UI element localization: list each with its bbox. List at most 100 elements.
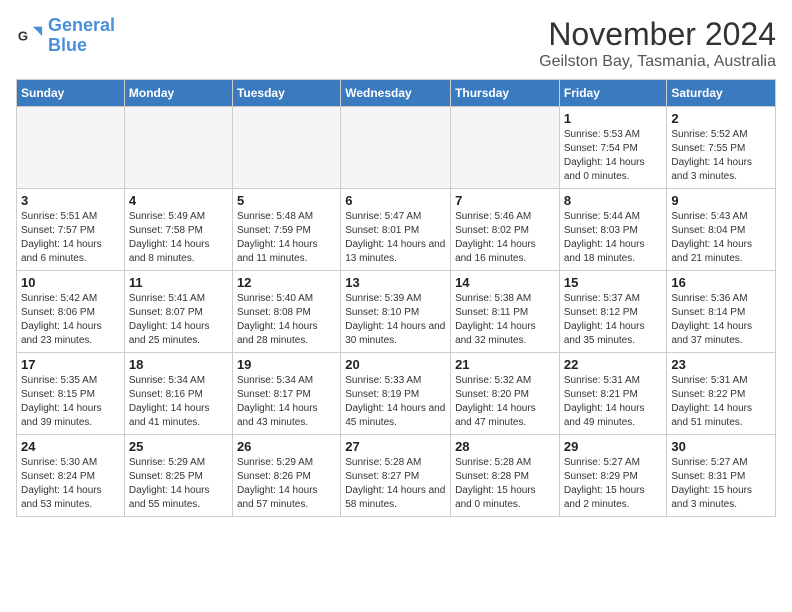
cell-text: Sunrise: 5:51 AM Sunset: 7:57 PM Dayligh…: [21, 210, 120, 266]
calendar-week-row: 1 Sunrise: 5:53 AM Sunset: 7:54 PM Daylig…: [17, 107, 776, 189]
day-number: 29: [564, 439, 663, 454]
calendar-cell: 28Sunrise: 5:28 AM Sunset: 8:28 PM Dayli…: [451, 435, 560, 517]
calendar-cell: 11 Sunrise: 5:41 AM Sunset: 8:07 PM Dayli…: [124, 271, 232, 353]
day-number: 30: [671, 439, 771, 454]
cell-text: Sunrise: 5:30 AM Sunset: 8:24 PM Dayligh…: [21, 456, 120, 512]
calendar-cell: 6 Sunrise: 5:47 AM Sunset: 8:01 PM Daylig…: [341, 189, 451, 271]
day-number: 5: [237, 193, 336, 208]
cell-text: Sunrise: 5:34 AM Sunset: 8:16 PM Dayligh…: [129, 374, 228, 430]
weekday-header: Saturday: [667, 80, 776, 107]
day-number: 19: [237, 357, 336, 372]
day-number: 1: [564, 111, 663, 126]
day-number: 22: [564, 357, 663, 372]
day-number: 11: [129, 275, 228, 290]
calendar-cell: [451, 107, 560, 189]
day-number: 27: [345, 439, 446, 454]
calendar-cell: 23Sunrise: 5:31 AM Sunset: 8:22 PM Dayli…: [667, 353, 776, 435]
calendar-cell: [232, 107, 340, 189]
cell-text: Sunrise: 5:53 AM Sunset: 7:54 PM Dayligh…: [564, 128, 663, 184]
day-number: 15: [564, 275, 663, 290]
day-number: 18: [129, 357, 228, 372]
day-number: 25: [129, 439, 228, 454]
day-number: 7: [455, 193, 555, 208]
calendar-table: SundayMondayTuesdayWednesdayThursdayFrid…: [16, 79, 776, 517]
day-number: 8: [564, 193, 663, 208]
day-number: 23: [671, 357, 771, 372]
location-title: Geilston Bay, Tasmania, Australia: [539, 53, 776, 71]
cell-text: Sunrise: 5:29 AM Sunset: 8:26 PM Dayligh…: [237, 456, 336, 512]
cell-text: Sunrise: 5:33 AM Sunset: 8:19 PM Dayligh…: [345, 374, 446, 430]
calendar-cell: [124, 107, 232, 189]
calendar-cell: 15 Sunrise: 5:37 AM Sunset: 8:12 PM Dayli…: [559, 271, 667, 353]
calendar-cell: [341, 107, 451, 189]
cell-text: Sunrise: 5:42 AM Sunset: 8:06 PM Dayligh…: [21, 292, 120, 348]
cell-text: Sunrise: 5:39 AM Sunset: 8:10 PM Dayligh…: [345, 292, 446, 348]
day-number: 20: [345, 357, 446, 372]
calendar-cell: 8Sunrise: 5:44 AM Sunset: 8:03 PM Daylig…: [559, 189, 667, 271]
header: G General Blue November 2024 Geilston Ba…: [16, 16, 776, 71]
cell-text: Sunrise: 5:32 AM Sunset: 8:20 PM Dayligh…: [455, 374, 555, 430]
calendar-cell: 25 Sunrise: 5:29 AM Sunset: 8:25 PM Dayli…: [124, 435, 232, 517]
calendar-week-row: 10 Sunrise: 5:42 AM Sunset: 8:06 PM Dayli…: [17, 271, 776, 353]
calendar-cell: 16 Sunrise: 5:36 AM Sunset: 8:14 PM Dayli…: [667, 271, 776, 353]
logo: G General Blue: [16, 16, 115, 56]
calendar-cell: [17, 107, 125, 189]
day-number: 4: [129, 193, 228, 208]
weekday-header: Monday: [124, 80, 232, 107]
calendar-cell: 4 Sunrise: 5:49 AM Sunset: 7:58 PM Daylig…: [124, 189, 232, 271]
calendar-cell: 17 Sunrise: 5:35 AM Sunset: 8:15 PM Dayli…: [17, 353, 125, 435]
cell-text: Sunrise: 5:28 AM Sunset: 8:27 PM Dayligh…: [345, 456, 446, 512]
cell-text: Sunrise: 5:38 AM Sunset: 8:11 PM Dayligh…: [455, 292, 555, 348]
day-number: 9: [671, 193, 771, 208]
day-number: 3: [21, 193, 120, 208]
calendar-cell: 29 Sunrise: 5:27 AM Sunset: 8:29 PM Dayli…: [559, 435, 667, 517]
calendar-cell: 3 Sunrise: 5:51 AM Sunset: 7:57 PM Daylig…: [17, 189, 125, 271]
weekday-header: Wednesday: [341, 80, 451, 107]
calendar-cell: 21 Sunrise: 5:32 AM Sunset: 8:20 PM Dayli…: [451, 353, 560, 435]
calendar-cell: 30 Sunrise: 5:27 AM Sunset: 8:31 PM Dayli…: [667, 435, 776, 517]
cell-text: Sunrise: 5:47 AM Sunset: 8:01 PM Dayligh…: [345, 210, 446, 266]
cell-text: Sunrise: 5:27 AM Sunset: 8:29 PM Dayligh…: [564, 456, 663, 512]
calendar-cell: 24 Sunrise: 5:30 AM Sunset: 8:24 PM Dayli…: [17, 435, 125, 517]
cell-text: Sunrise: 5:41 AM Sunset: 8:07 PM Dayligh…: [129, 292, 228, 348]
calendar-week-row: 3 Sunrise: 5:51 AM Sunset: 7:57 PM Daylig…: [17, 189, 776, 271]
day-number: 26: [237, 439, 336, 454]
day-number: 12: [237, 275, 336, 290]
calendar-cell: 5 Sunrise: 5:48 AM Sunset: 7:59 PM Daylig…: [232, 189, 340, 271]
day-number: 28: [455, 439, 555, 454]
calendar-cell: 9Sunrise: 5:43 AM Sunset: 8:04 PM Daylig…: [667, 189, 776, 271]
day-number: 16: [671, 275, 771, 290]
calendar-cell: 19 Sunrise: 5:34 AM Sunset: 8:17 PM Dayli…: [232, 353, 340, 435]
cell-text: Sunrise: 5:48 AM Sunset: 7:59 PM Dayligh…: [237, 210, 336, 266]
calendar-cell: 26 Sunrise: 5:29 AM Sunset: 8:26 PM Dayli…: [232, 435, 340, 517]
weekday-header: Sunday: [17, 80, 125, 107]
cell-text: Sunrise: 5:34 AM Sunset: 8:17 PM Dayligh…: [237, 374, 336, 430]
cell-text: Sunrise: 5:27 AM Sunset: 8:31 PM Dayligh…: [671, 456, 771, 512]
cell-text: Sunrise: 5:36 AM Sunset: 8:14 PM Dayligh…: [671, 292, 771, 348]
calendar-cell: 7 Sunrise: 5:46 AM Sunset: 8:02 PM Daylig…: [451, 189, 560, 271]
calendar-cell: 13 Sunrise: 5:39 AM Sunset: 8:10 PM Dayli…: [341, 271, 451, 353]
calendar-cell: 27 Sunrise: 5:28 AM Sunset: 8:27 PM Dayli…: [341, 435, 451, 517]
cell-text: Sunrise: 5:29 AM Sunset: 8:25 PM Dayligh…: [129, 456, 228, 512]
calendar-week-row: 17 Sunrise: 5:35 AM Sunset: 8:15 PM Dayli…: [17, 353, 776, 435]
cell-text: Sunrise: 5:35 AM Sunset: 8:15 PM Dayligh…: [21, 374, 120, 430]
day-number: 21: [455, 357, 555, 372]
day-number: 17: [21, 357, 120, 372]
weekday-header: Thursday: [451, 80, 560, 107]
cell-text: Sunrise: 5:52 AM Sunset: 7:55 PM Dayligh…: [671, 128, 771, 184]
calendar-cell: 14Sunrise: 5:38 AM Sunset: 8:11 PM Dayli…: [451, 271, 560, 353]
day-number: 13: [345, 275, 446, 290]
calendar-cell: 2Sunrise: 5:52 AM Sunset: 7:55 PM Daylig…: [667, 107, 776, 189]
cell-text: Sunrise: 5:46 AM Sunset: 8:02 PM Dayligh…: [455, 210, 555, 266]
day-number: 24: [21, 439, 120, 454]
calendar-week-row: 24 Sunrise: 5:30 AM Sunset: 8:24 PM Dayli…: [17, 435, 776, 517]
cell-text: Sunrise: 5:49 AM Sunset: 7:58 PM Dayligh…: [129, 210, 228, 266]
title-area: November 2024 Geilston Bay, Tasmania, Au…: [539, 16, 776, 71]
weekday-header: Tuesday: [232, 80, 340, 107]
day-number: 6: [345, 193, 446, 208]
month-title: November 2024: [539, 16, 776, 53]
svg-text:G: G: [18, 28, 28, 43]
day-number: 10: [21, 275, 120, 290]
cell-text: Sunrise: 5:37 AM Sunset: 8:12 PM Dayligh…: [564, 292, 663, 348]
cell-text: Sunrise: 5:40 AM Sunset: 8:08 PM Dayligh…: [237, 292, 336, 348]
